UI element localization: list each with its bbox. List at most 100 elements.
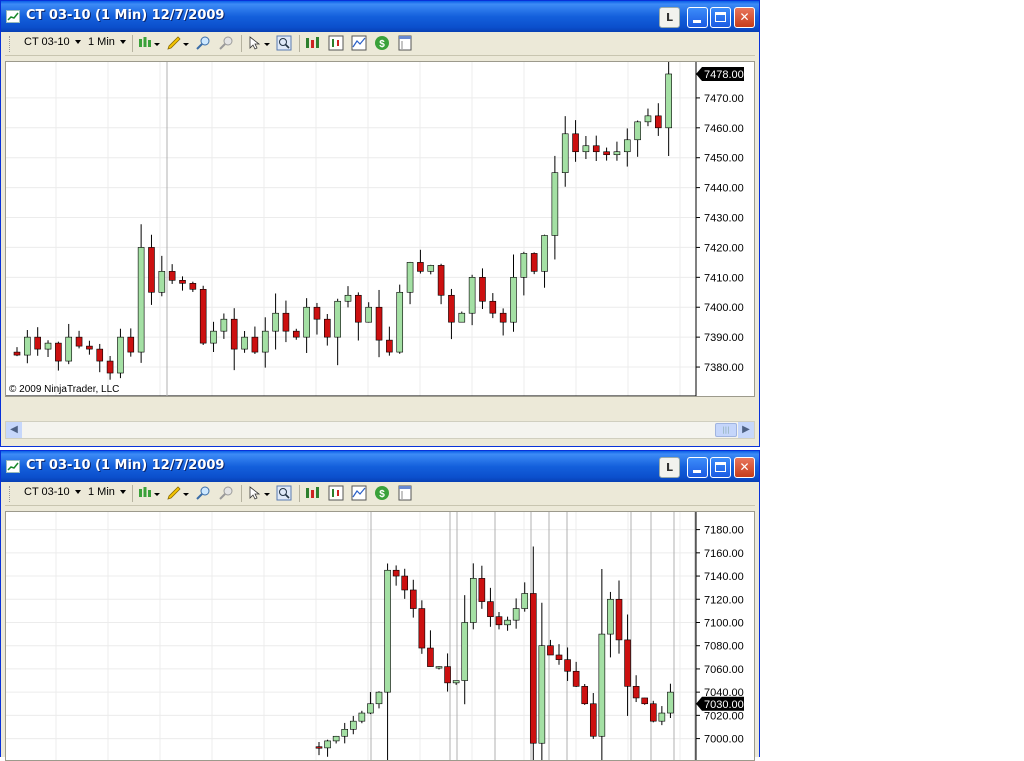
minimize-button[interactable] (687, 7, 708, 28)
down-candle (487, 601, 494, 617)
up-candle (272, 312, 279, 332)
toolbar-grip[interactable] (9, 486, 12, 502)
price-chart-panel[interactable]: 7000.00 7020.00 7040.00 7060.00 7080.00 7100.… (5, 511, 755, 761)
scroll-right-icon[interactable]: ▶ (738, 422, 754, 438)
minimize-button[interactable] (687, 457, 708, 478)
up-candle (538, 645, 546, 744)
up-candle (512, 608, 520, 621)
zoom-in-icon[interactable] (195, 485, 211, 501)
data-box-icon[interactable] (397, 485, 413, 501)
properties-icon[interactable] (328, 485, 344, 501)
strategies-icon[interactable]: $ (374, 485, 390, 501)
down-candle (530, 253, 538, 272)
close-button[interactable]: ✕ (734, 7, 755, 28)
price-chart[interactable]: 7000.007020.007040.007060.007080.007100.… (6, 512, 755, 761)
up-candle (344, 294, 352, 302)
chevron-down-icon[interactable] (183, 493, 189, 496)
down-candle (615, 598, 623, 641)
indicators-icon[interactable] (351, 485, 367, 501)
chevron-down-icon[interactable] (264, 493, 270, 496)
down-candle (632, 686, 640, 699)
down-candle (282, 312, 290, 332)
chevron-down-icon[interactable] (154, 493, 160, 496)
chevron-down-icon[interactable] (264, 43, 270, 46)
interval-selector[interactable]: 1 Min (88, 486, 126, 498)
pencil-draw-icon[interactable] (166, 35, 182, 51)
candlestick-style-icon[interactable] (137, 485, 153, 501)
magnifier-icon[interactable] (276, 485, 292, 501)
up-candle (365, 306, 372, 323)
down-candle (499, 312, 507, 323)
down-candle (375, 306, 383, 341)
chevron-down-icon[interactable] (154, 43, 160, 46)
data-box-icon[interactable] (397, 35, 413, 51)
y-tick-label: 7390.00 (704, 332, 744, 344)
title-bar[interactable]: CT 03-10 (1 Min) 12/7/2009 L ✕ (1, 1, 759, 32)
chevron-down-icon[interactable] (183, 43, 189, 46)
link-button[interactable]: L (659, 457, 680, 478)
magnifier-icon[interactable] (276, 35, 292, 51)
indicators-icon[interactable] (351, 35, 367, 51)
up-candle (644, 115, 652, 123)
copyright-text: © 2009 NinjaTrader, LLC (9, 384, 119, 395)
chevron-down-icon (74, 40, 81, 45)
up-candle (158, 271, 166, 293)
chevron-down-icon (74, 490, 81, 495)
up-candle (658, 712, 666, 722)
up-candle (461, 622, 469, 681)
down-candle (13, 351, 21, 356)
maximize-button[interactable] (710, 7, 731, 28)
down-candle (189, 283, 197, 290)
maximize-icon (715, 462, 726, 472)
interval-selector[interactable]: 1 Min (88, 36, 126, 48)
pencil-draw-icon[interactable] (166, 485, 182, 501)
down-candle (315, 746, 323, 749)
instrument-selector[interactable]: CT 03-10 (24, 36, 81, 48)
horizontal-scrollbar[interactable]: ◀ ||| ▶ (5, 421, 755, 439)
down-candle (355, 294, 362, 323)
instrument-selector[interactable]: CT 03-10 (24, 486, 81, 498)
price-chart[interactable]: 7380.00 7390.00 7400.00 7410.00 7420.00 7430.… (6, 62, 755, 397)
strategies-icon[interactable]: $ (374, 35, 390, 51)
up-candle (24, 336, 31, 356)
up-candle (375, 691, 383, 705)
toolbar-separator (299, 35, 300, 52)
down-candle (392, 569, 400, 577)
up-candle (324, 740, 331, 749)
y-tick-label: 7140.00 (704, 571, 744, 583)
maximize-button[interactable] (710, 457, 731, 478)
up-candle (469, 578, 477, 623)
bar-spacing-icon[interactable] (305, 485, 321, 501)
y-tick-label: 7440.00 (704, 183, 744, 195)
up-candle (384, 569, 391, 693)
up-candle (452, 680, 460, 684)
zoom-out-icon[interactable] (218, 485, 234, 501)
properties-icon[interactable] (328, 35, 344, 51)
up-candle (358, 712, 366, 722)
toolbar-separator (241, 485, 242, 502)
title-bar[interactable]: CT 03-10 (1 Min) 12/7/2009 L ✕ (1, 451, 759, 482)
close-button[interactable]: ✕ (734, 457, 755, 478)
maximize-icon (715, 12, 726, 22)
bar-spacing-icon[interactable] (305, 35, 321, 51)
down-candle (479, 277, 486, 302)
up-candle (582, 145, 590, 153)
scroll-left-icon[interactable]: ◀ (6, 422, 22, 438)
y-tick-label: 7410.00 (704, 272, 744, 284)
cursor-icon[interactable] (247, 485, 263, 501)
up-candle (665, 73, 672, 129)
price-chart-panel[interactable]: 7380.00 7390.00 7400.00 7410.00 7420.00 7430.… (5, 61, 755, 397)
y-tick-label: 7160.00 (704, 548, 744, 560)
candlestick-style-icon[interactable] (137, 35, 153, 51)
down-candle (417, 262, 424, 272)
up-candle (435, 666, 443, 669)
scroll-thumb[interactable]: ||| (715, 423, 737, 437)
link-button[interactable]: L (659, 7, 680, 28)
down-candle (106, 360, 114, 374)
up-candle (613, 151, 621, 156)
zoom-out-icon[interactable] (218, 35, 234, 51)
down-candle (592, 145, 600, 153)
toolbar-grip[interactable] (9, 36, 12, 52)
zoom-in-icon[interactable] (195, 35, 211, 51)
cursor-icon[interactable] (247, 35, 263, 51)
